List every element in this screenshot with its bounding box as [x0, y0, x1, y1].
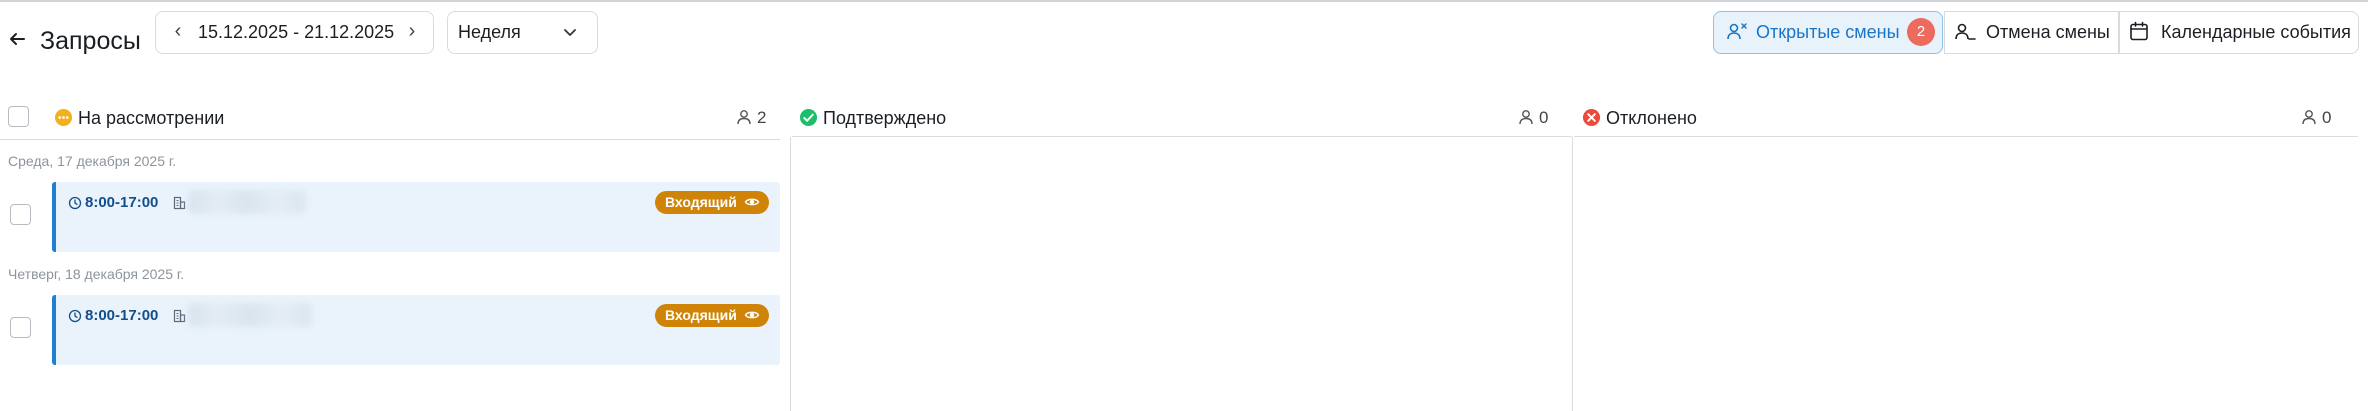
building-icon	[173, 309, 186, 323]
period-select-value: Неделя	[458, 22, 521, 42]
incoming-tag-label: Входящий	[665, 307, 737, 323]
back-arrow-icon[interactable]	[6, 28, 28, 50]
pending-status-icon	[54, 108, 73, 127]
chevron-left-icon[interactable]: ‹	[168, 19, 188, 43]
clock-icon	[68, 196, 82, 210]
chevron-down-icon	[564, 29, 576, 36]
shift-time: 8:00-17:00	[85, 307, 159, 324]
user-icon	[1519, 110, 1533, 125]
incoming-tag-label: Входящий	[665, 194, 737, 210]
select-all-checkbox[interactable]	[8, 106, 29, 127]
date-range-label: 15.12.2025 - 21.12.2025	[198, 22, 395, 42]
shift-time: 8:00-17:00	[85, 194, 159, 211]
user-shifts-icon	[1727, 23, 1747, 40]
column-pending-count: 2	[757, 108, 767, 127]
employee-name-redacted	[188, 190, 306, 214]
column-separator	[1572, 137, 1573, 411]
eye-icon	[744, 311, 760, 319]
top-border	[0, 0, 2368, 2]
cancel-shift-label: Отмена смены	[1986, 22, 2110, 42]
page-title: Запросы	[40, 27, 141, 55]
calendar-icon	[2130, 21, 2148, 41]
open-shifts-label: Открытые смены	[1756, 22, 1900, 42]
open-shifts-count-badge: 2	[1907, 18, 1935, 46]
confirmed-status-icon	[799, 108, 818, 127]
user-remove-icon	[1955, 23, 1976, 40]
column-separator	[790, 137, 791, 411]
employee-name-redacted	[188, 303, 312, 327]
eye-icon	[744, 198, 760, 206]
column-pending-label: На рассмотрении	[78, 108, 225, 128]
date-group-header: Среда, 17 декабря 2025 г.	[8, 153, 177, 169]
column-divider	[792, 136, 1572, 137]
column-confirmed-label: Подтверждено	[823, 108, 947, 128]
building-icon	[173, 196, 186, 210]
user-icon	[737, 110, 751, 125]
calendar-events-label: Календарные события	[2161, 22, 2351, 42]
column-rejected-count: 0	[2322, 108, 2332, 127]
request-checkbox[interactable]	[10, 204, 31, 225]
column-rejected-label: Отклонено	[1606, 108, 1697, 128]
column-confirmed-count: 0	[1539, 108, 1549, 127]
rejected-status-icon	[1582, 108, 1601, 127]
request-checkbox[interactable]	[10, 317, 31, 338]
user-icon	[2302, 110, 2316, 125]
chevron-right-icon[interactable]: ›	[402, 19, 422, 43]
column-divider	[1574, 136, 2358, 137]
column-divider	[0, 139, 780, 140]
clock-icon	[68, 309, 82, 323]
date-group-header: Четверг, 18 декабря 2025 г.	[8, 266, 185, 282]
